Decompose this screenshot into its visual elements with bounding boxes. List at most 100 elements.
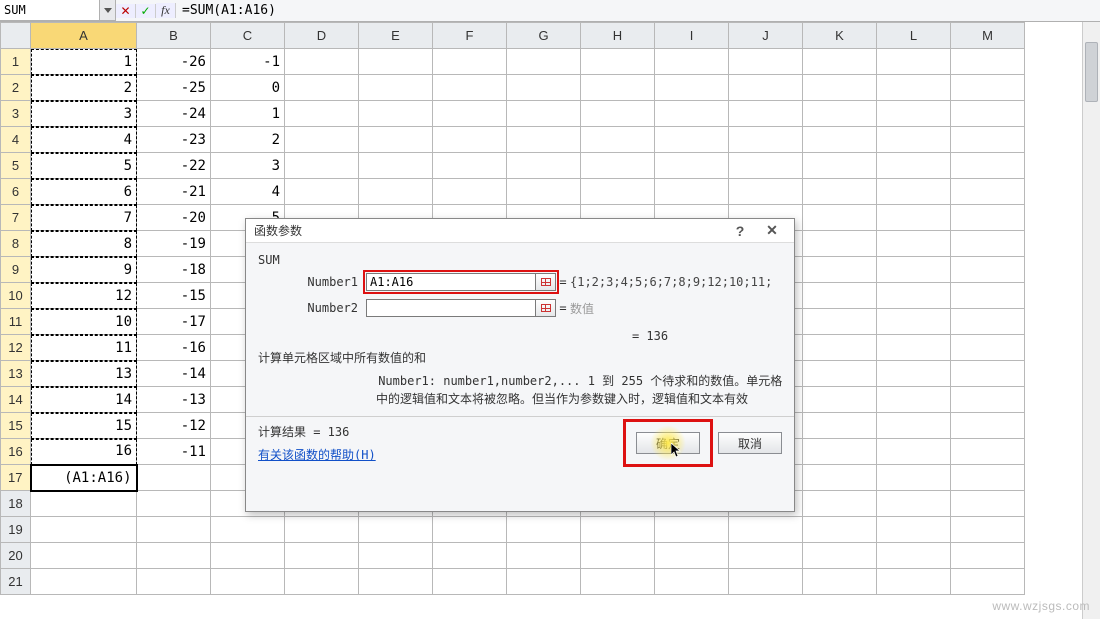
cell-L14[interactable]: [877, 387, 951, 413]
cell-M13[interactable]: [951, 361, 1025, 387]
cell-I21[interactable]: [655, 569, 729, 595]
cell-K6[interactable]: [803, 179, 877, 205]
name-box[interactable]: SUM: [0, 0, 100, 21]
cell-D20[interactable]: [285, 543, 359, 569]
insert-function-button[interactable]: fx: [156, 3, 176, 18]
formula-cancel-button[interactable]: ✕: [116, 4, 136, 18]
cell-L4[interactable]: [877, 127, 951, 153]
cell-L13[interactable]: [877, 361, 951, 387]
cell-M2[interactable]: [951, 75, 1025, 101]
cell-M19[interactable]: [951, 517, 1025, 543]
col-header-I[interactable]: I: [655, 23, 729, 49]
cell-K1[interactable]: [803, 49, 877, 75]
cell-B9[interactable]: -18: [137, 257, 211, 283]
cell-L15[interactable]: [877, 413, 951, 439]
formula-enter-button[interactable]: ✓: [136, 4, 156, 18]
cell-C1[interactable]: -1: [211, 49, 285, 75]
cell-C4[interactable]: 2: [211, 127, 285, 153]
cell-A17[interactable]: (A1:A16): [31, 465, 137, 491]
cell-M20[interactable]: [951, 543, 1025, 569]
cell-L21[interactable]: [877, 569, 951, 595]
cell-B19[interactable]: [137, 517, 211, 543]
cell-J20[interactable]: [729, 543, 803, 569]
cell-F3[interactable]: [433, 101, 507, 127]
row-header-18[interactable]: 18: [1, 491, 31, 517]
select-all-corner[interactable]: [1, 23, 31, 49]
col-header-A[interactable]: A: [31, 23, 137, 49]
row-header-19[interactable]: 19: [1, 517, 31, 543]
function-help-link[interactable]: 有关该函数的帮助(H): [258, 446, 376, 463]
cell-G2[interactable]: [507, 75, 581, 101]
cell-A9[interactable]: 9: [31, 257, 137, 283]
cell-M12[interactable]: [951, 335, 1025, 361]
name-box-dropdown[interactable]: [100, 0, 116, 21]
cell-A20[interactable]: [31, 543, 137, 569]
cell-C2[interactable]: 0: [211, 75, 285, 101]
cell-L10[interactable]: [877, 283, 951, 309]
cell-I5[interactable]: [655, 153, 729, 179]
cell-A4[interactable]: 4: [31, 127, 137, 153]
arg2-input[interactable]: [366, 299, 536, 317]
cell-L12[interactable]: [877, 335, 951, 361]
cell-A3[interactable]: 3: [31, 101, 137, 127]
cell-K18[interactable]: [803, 491, 877, 517]
cell-A2[interactable]: 2: [31, 75, 137, 101]
cell-G4[interactable]: [507, 127, 581, 153]
cell-F21[interactable]: [433, 569, 507, 595]
cell-E21[interactable]: [359, 569, 433, 595]
cell-K19[interactable]: [803, 517, 877, 543]
cell-A21[interactable]: [31, 569, 137, 595]
cell-B6[interactable]: -21: [137, 179, 211, 205]
cell-D4[interactable]: [285, 127, 359, 153]
cell-M9[interactable]: [951, 257, 1025, 283]
col-header-H[interactable]: H: [581, 23, 655, 49]
row-header-6[interactable]: 6: [1, 179, 31, 205]
cell-L1[interactable]: [877, 49, 951, 75]
vertical-scrollbar[interactable]: [1082, 22, 1100, 619]
cell-I4[interactable]: [655, 127, 729, 153]
dialog-close-button[interactable]: ✕: [758, 221, 786, 241]
cell-A1[interactable]: 1: [31, 49, 137, 75]
cell-K13[interactable]: [803, 361, 877, 387]
cell-F6[interactable]: [433, 179, 507, 205]
cell-H3[interactable]: [581, 101, 655, 127]
cell-C5[interactable]: 3: [211, 153, 285, 179]
cell-I1[interactable]: [655, 49, 729, 75]
row-header-21[interactable]: 21: [1, 569, 31, 595]
cell-D19[interactable]: [285, 517, 359, 543]
cell-F20[interactable]: [433, 543, 507, 569]
cell-G21[interactable]: [507, 569, 581, 595]
cell-J3[interactable]: [729, 101, 803, 127]
cell-F4[interactable]: [433, 127, 507, 153]
cell-G6[interactable]: [507, 179, 581, 205]
cell-A8[interactable]: 8: [31, 231, 137, 257]
cell-M7[interactable]: [951, 205, 1025, 231]
col-header-D[interactable]: D: [285, 23, 359, 49]
cell-A19[interactable]: [31, 517, 137, 543]
cell-J5[interactable]: [729, 153, 803, 179]
cell-K8[interactable]: [803, 231, 877, 257]
cell-M3[interactable]: [951, 101, 1025, 127]
cell-H4[interactable]: [581, 127, 655, 153]
row-header-11[interactable]: 11: [1, 309, 31, 335]
cell-L3[interactable]: [877, 101, 951, 127]
ok-button[interactable]: 确定: [636, 432, 700, 454]
cell-J2[interactable]: [729, 75, 803, 101]
col-header-C[interactable]: C: [211, 23, 285, 49]
cell-E3[interactable]: [359, 101, 433, 127]
cell-B16[interactable]: -11: [137, 439, 211, 465]
cell-E1[interactable]: [359, 49, 433, 75]
row-header-10[interactable]: 10: [1, 283, 31, 309]
cell-L9[interactable]: [877, 257, 951, 283]
cell-L5[interactable]: [877, 153, 951, 179]
row-header-2[interactable]: 2: [1, 75, 31, 101]
cell-L16[interactable]: [877, 439, 951, 465]
cell-M8[interactable]: [951, 231, 1025, 257]
cell-L18[interactable]: [877, 491, 951, 517]
cell-B20[interactable]: [137, 543, 211, 569]
cell-M5[interactable]: [951, 153, 1025, 179]
cell-F1[interactable]: [433, 49, 507, 75]
cell-I2[interactable]: [655, 75, 729, 101]
cell-B14[interactable]: -13: [137, 387, 211, 413]
row-header-3[interactable]: 3: [1, 101, 31, 127]
